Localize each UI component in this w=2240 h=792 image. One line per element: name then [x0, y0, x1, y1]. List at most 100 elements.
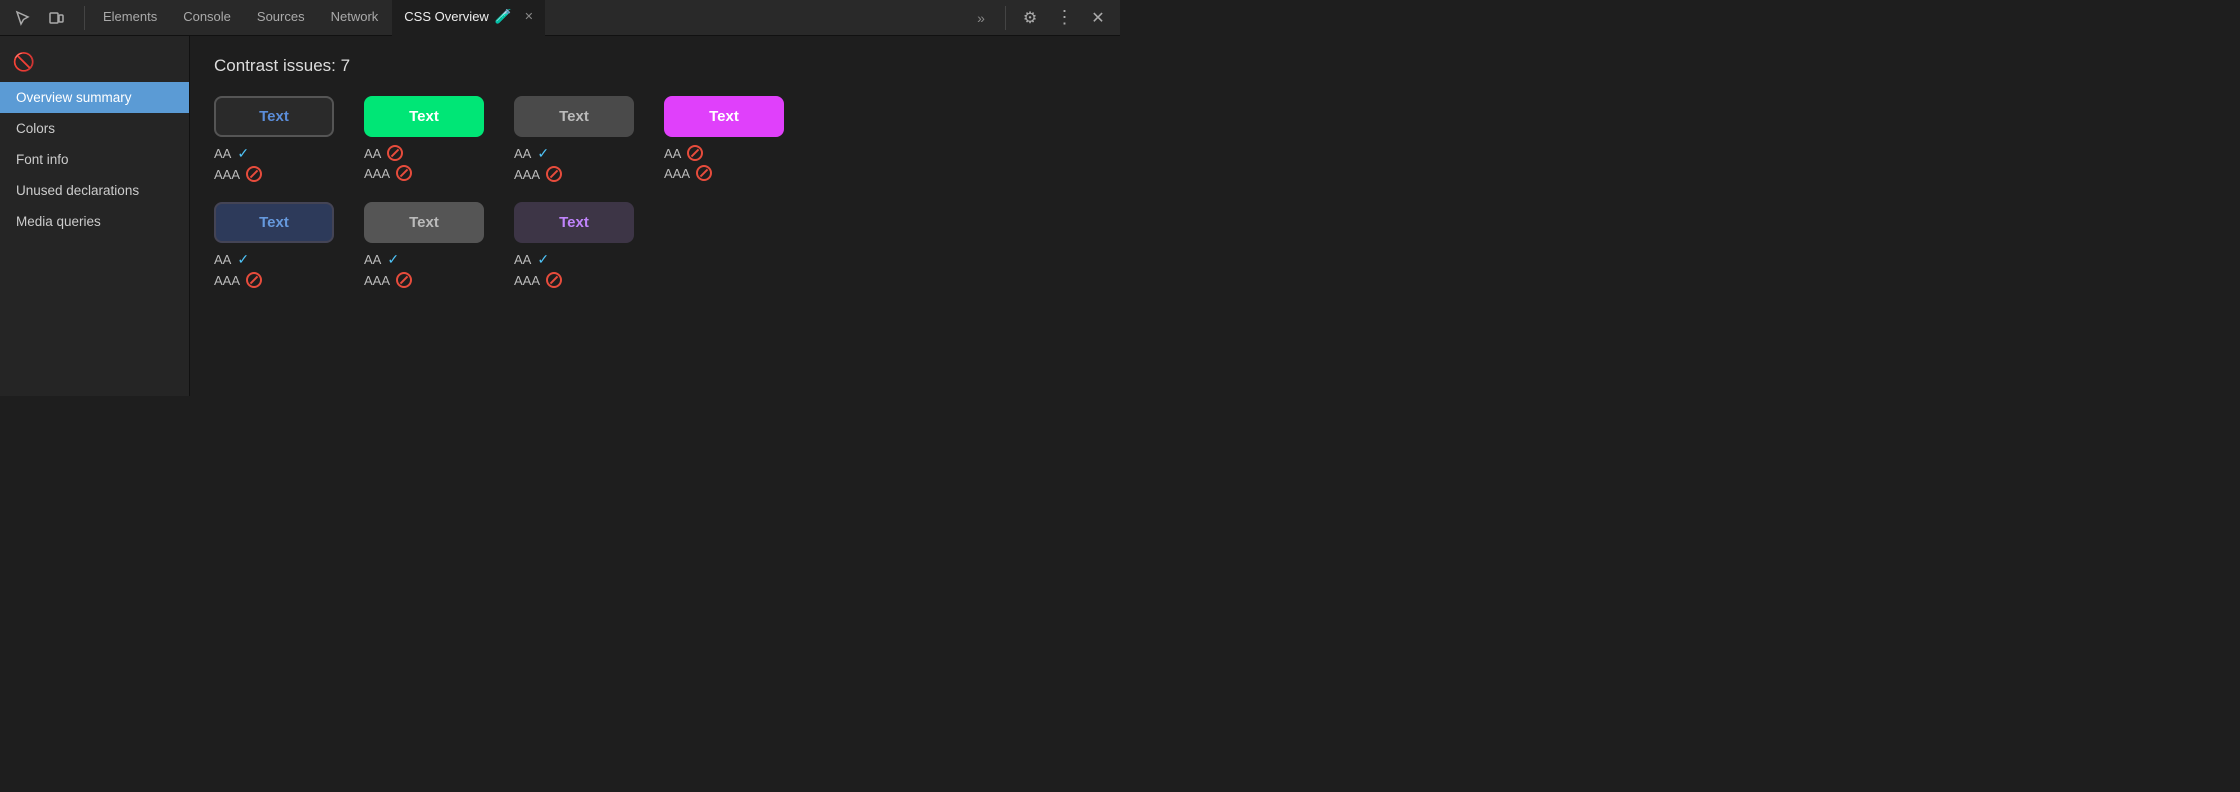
tab-css-overview-close[interactable]: ✕ — [524, 10, 533, 23]
rating-aaa-5: AAA — [214, 272, 334, 288]
sidebar-item-colors-label: Colors — [16, 121, 55, 136]
sample-box-7[interactable]: Text — [514, 202, 634, 243]
rating-aa-2: AA — [364, 145, 484, 161]
rating-col-1: AA ✓ AAA — [214, 145, 334, 182]
aa-fail-icon-2 — [387, 145, 403, 161]
flask-icon: 🧪 — [495, 8, 512, 25]
close-devtools-button[interactable]: ✕ — [1084, 4, 1112, 32]
sidebar-item-font-info[interactable]: Font info — [0, 144, 189, 175]
contrast-issues-title: Contrast issues: 7 — [214, 56, 1096, 76]
aaa-fail-icon-3 — [546, 166, 562, 182]
sidebar-item-unused-declarations-label: Unused declarations — [16, 183, 139, 198]
contrast-card-5: Text AA ✓ AAA — [214, 202, 334, 288]
aaa-label-3: AAA — [514, 167, 540, 182]
tab-console-label: Console — [183, 9, 231, 24]
sample-box-4[interactable]: Text — [664, 96, 784, 137]
more-tabs-button[interactable]: » — [967, 4, 995, 32]
rating-aa-7: AA ✓ — [514, 251, 634, 268]
sample-text-5: Text — [259, 214, 289, 231]
aa-label-1: AA — [214, 146, 231, 161]
sidebar-item-unused-declarations[interactable]: Unused declarations — [0, 175, 189, 206]
rating-aaa-2: AAA — [364, 165, 484, 181]
tab-console[interactable]: Console — [171, 0, 243, 36]
rating-aa-1: AA ✓ — [214, 145, 334, 162]
tab-elements[interactable]: Elements — [91, 0, 169, 36]
sidebar-item-font-info-label: Font info — [16, 152, 69, 167]
aaa-label-7: AAA — [514, 273, 540, 288]
sidebar-item-colors[interactable]: Colors — [0, 113, 189, 144]
contrast-row-1: Text AA ✓ AAA — [214, 96, 1096, 182]
aa-pass-icon-3: ✓ — [537, 145, 549, 162]
contrast-card-7: Text AA ✓ AAA — [514, 202, 634, 288]
aaa-fail-icon-4 — [696, 165, 712, 181]
aa-pass-icon-1: ✓ — [237, 145, 249, 162]
aaa-label-2: AAA — [364, 166, 390, 181]
sample-text-4: Text — [709, 108, 739, 125]
contrast-row-2: Text AA ✓ AAA — [214, 202, 1096, 288]
aaa-fail-icon-7 — [546, 272, 562, 288]
sidebar-item-media-queries-label: Media queries — [16, 214, 101, 229]
tab-css-overview-label: CSS Overview — [404, 9, 489, 24]
kebab-menu-button[interactable]: ⋮ — [1050, 4, 1078, 32]
tab-network-label: Network — [331, 9, 379, 24]
tab-css-overview[interactable]: CSS Overview 🧪 ✕ — [392, 0, 545, 36]
aaa-fail-icon-6 — [396, 272, 412, 288]
sidebar-item-media-queries[interactable]: Media queries — [0, 206, 189, 237]
aaa-fail-icon-1 — [246, 166, 262, 182]
rating-aa-4: AA — [664, 145, 784, 161]
aa-label-7: AA — [514, 252, 531, 267]
rating-aa-5: AA ✓ — [214, 251, 334, 268]
tab-sources-label: Sources — [257, 9, 305, 24]
rating-aaa-3: AAA — [514, 166, 634, 182]
tab-bar-right: » ⚙ ⋮ ✕ — [967, 4, 1112, 32]
sidebar-item-overview-summary-label: Overview summary — [16, 90, 132, 105]
tab-network[interactable]: Network — [319, 0, 391, 36]
rating-col-2: AA AAA — [364, 145, 484, 181]
aa-label-6: AA — [364, 252, 381, 267]
device-toolbar-button[interactable] — [42, 4, 70, 32]
aaa-fail-icon-2 — [396, 165, 412, 181]
sidebar-item-overview-summary[interactable]: Overview summary — [0, 82, 189, 113]
select-element-button[interactable] — [8, 4, 36, 32]
aa-fail-icon-4 — [687, 145, 703, 161]
contrast-grid: Text AA ✓ AAA — [214, 96, 1096, 288]
aa-label-3: AA — [514, 146, 531, 161]
aaa-label-4: AAA — [664, 166, 690, 181]
tab-sources[interactable]: Sources — [245, 0, 317, 36]
sample-text-2: Text — [409, 108, 439, 125]
sample-text-1: Text — [259, 108, 289, 125]
rating-col-6: AA ✓ AAA — [364, 251, 484, 288]
aa-pass-icon-7: ✓ — [537, 251, 549, 268]
sample-box-6[interactable]: Text — [364, 202, 484, 243]
aaa-label-6: AAA — [364, 273, 390, 288]
sample-text-7: Text — [559, 214, 589, 231]
sample-box-2[interactable]: Text — [364, 96, 484, 137]
sidebar: 🚫 Overview summary Colors Font info Unus… — [0, 36, 190, 396]
rating-aaa-6: AAA — [364, 272, 484, 288]
rating-aa-6: AA ✓ — [364, 251, 484, 268]
rating-col-4: AA AAA — [664, 145, 784, 181]
aa-label-2: AA — [364, 146, 381, 161]
sample-box-1[interactable]: Text — [214, 96, 334, 137]
aa-label-4: AA — [664, 146, 681, 161]
rating-aaa-7: AAA — [514, 272, 634, 288]
contrast-card-3: Text AA ✓ AAA — [514, 96, 634, 182]
rating-aaa-1: AAA — [214, 166, 334, 182]
tab-elements-label: Elements — [103, 9, 157, 24]
tab-bar-left — [8, 4, 70, 32]
tab-bar: Elements Console Sources Network CSS Ove… — [0, 0, 1120, 36]
aa-pass-icon-6: ✓ — [387, 251, 399, 268]
main-layout: 🚫 Overview summary Colors Font info Unus… — [0, 36, 1120, 396]
sample-box-5[interactable]: Text — [214, 202, 334, 243]
settings-button[interactable]: ⚙ — [1016, 4, 1044, 32]
aa-label-5: AA — [214, 252, 231, 267]
contrast-card-1: Text AA ✓ AAA — [214, 96, 334, 182]
separator-2 — [1005, 6, 1006, 30]
sample-text-6: Text — [409, 214, 439, 231]
rating-col-7: AA ✓ AAA — [514, 251, 634, 288]
content-area: Contrast issues: 7 Text AA ✓ AAA — [190, 36, 1120, 396]
rating-aaa-4: AAA — [664, 165, 784, 181]
sample-box-3[interactable]: Text — [514, 96, 634, 137]
rating-col-3: AA ✓ AAA — [514, 145, 634, 182]
rating-aa-3: AA ✓ — [514, 145, 634, 162]
